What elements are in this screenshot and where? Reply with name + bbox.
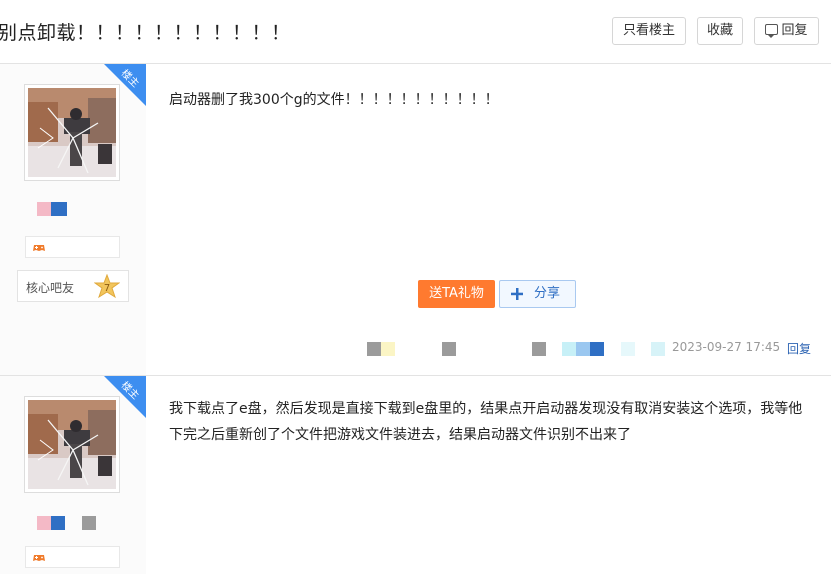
- share-label: 分享: [534, 286, 561, 301]
- post-date: 2023-09-27 17:45: [672, 340, 781, 354]
- avatar-image: [28, 88, 116, 177]
- post-reply-link[interactable]: 回复: [787, 340, 811, 357]
- post-content: 我下载点了e盘，然后发现是直接下载到e盘里的，结果点开启动器发现没有取消安装这个…: [169, 401, 803, 443]
- gamepad-icon: [33, 555, 45, 561]
- post-item: 楼主: [0, 64, 831, 376]
- avatar-image: [28, 400, 116, 489]
- reply-button[interactable]: 回复: [754, 17, 819, 45]
- thread-title: 别点卸载！！！！！！！！！！！: [0, 22, 291, 44]
- only-op-button[interactable]: 只看楼主: [612, 17, 686, 45]
- gamepad-icon: [33, 245, 45, 251]
- reply-button-label: 回复: [781, 23, 808, 38]
- avatar[interactable]: [24, 84, 120, 181]
- plus-icon: [511, 288, 523, 300]
- level-star-icon: 7: [94, 274, 120, 299]
- post-content: 启动器删了我300个g的文件！！！！！！！！！！！: [169, 92, 499, 108]
- post-meta-blocks: [367, 342, 667, 356]
- author-sidebar: 楼主: [0, 376, 146, 574]
- share-button[interactable]: 分享: [499, 280, 576, 308]
- fan-title: 核心吧友: [26, 281, 75, 295]
- send-gift-button[interactable]: 送TA礼物: [418, 280, 495, 308]
- comment-icon: [765, 24, 779, 38]
- level-badge[interactable]: [25, 546, 120, 568]
- thread-header: 别点卸载！！！！！！！！！！！ 只看楼主 收藏 回复: [0, 0, 831, 64]
- author-sidebar: 楼主: [0, 64, 146, 375]
- fan-level-card[interactable]: 核心吧友 7: [17, 270, 129, 302]
- level-number: 7: [104, 283, 110, 294]
- post-item: 楼主: [0, 376, 831, 574]
- avatar[interactable]: [24, 396, 120, 493]
- favorite-button[interactable]: 收藏: [697, 17, 743, 45]
- level-badge[interactable]: [25, 236, 120, 258]
